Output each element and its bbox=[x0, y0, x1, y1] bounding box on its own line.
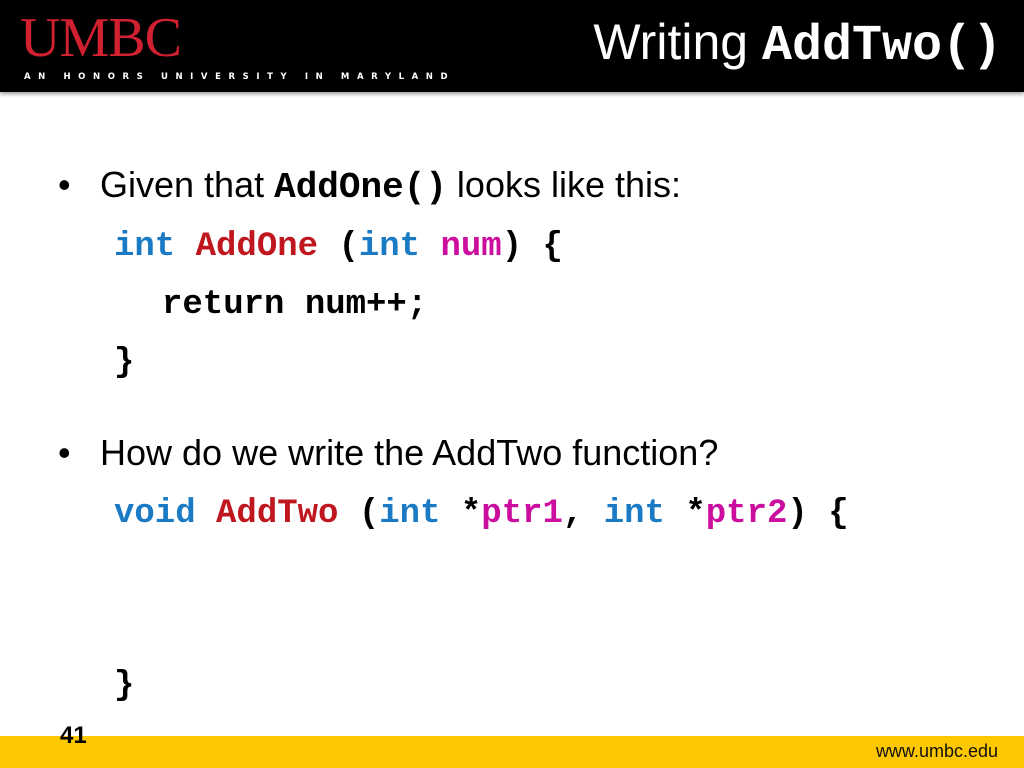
code-keyword: int bbox=[358, 228, 421, 266]
code-keyword: int bbox=[114, 228, 176, 266]
bullet-icon: • bbox=[58, 164, 71, 205]
code-keyword: int bbox=[379, 495, 441, 533]
bullet-code: AddOne() bbox=[274, 167, 447, 208]
code-punct: ) { bbox=[501, 228, 563, 266]
code-punct: * bbox=[664, 495, 706, 533]
title-text: Writing bbox=[593, 14, 762, 70]
title-code: AddTwo() bbox=[761, 18, 1002, 75]
code-line-addtwo-signature: void AddTwo (int *ptr1, int *ptr2) { bbox=[114, 495, 849, 533]
code-variable: ptr1 bbox=[481, 495, 563, 533]
code-punct: ( bbox=[338, 495, 380, 533]
bullet-text-pre: Given that bbox=[100, 164, 275, 205]
code-punct: * bbox=[440, 495, 482, 533]
bullet-given-that: • Given that AddOne() looks like this: bbox=[58, 164, 681, 208]
slide-header: UMBC AN HONORS UNIVERSITY IN MARYLAND Wr… bbox=[0, 0, 1024, 92]
code-punct: ) { bbox=[787, 495, 849, 533]
bullet-text: How do we write the AddTwo function? bbox=[100, 432, 719, 473]
slide-footer-bar bbox=[0, 736, 1024, 768]
code-function-name: AddTwo bbox=[216, 495, 339, 533]
code-line-return: return num++; bbox=[162, 286, 428, 324]
bullet-text-post: looks like this: bbox=[446, 164, 682, 205]
bullet-icon: • bbox=[58, 432, 71, 473]
footer-url: www.umbc.edu bbox=[875, 741, 998, 761]
bullet-how-write: • How do we write the AddTwo function? bbox=[58, 432, 718, 474]
code-variable: num bbox=[440, 228, 502, 266]
code-keyword: void bbox=[114, 495, 196, 533]
logo-tagline: AN HONORS UNIVERSITY IN MARYLAND bbox=[24, 72, 456, 82]
code-function-name: AddOne bbox=[195, 228, 319, 266]
code-line-addone-signature: int AddOne (int num) { bbox=[114, 228, 563, 266]
slide-title: Writing AddTwo() bbox=[593, 12, 1002, 77]
page-number: 41 bbox=[60, 722, 87, 749]
code-line-close-brace: } bbox=[114, 344, 135, 382]
code-variable: ptr2 bbox=[705, 495, 788, 533]
umbc-logo: UMBC bbox=[20, 7, 182, 69]
code-punct: ( bbox=[318, 228, 359, 266]
code-line-close-brace-2: } bbox=[114, 667, 135, 705]
code-punct: , bbox=[562, 495, 604, 533]
code-keyword: int bbox=[603, 495, 665, 533]
